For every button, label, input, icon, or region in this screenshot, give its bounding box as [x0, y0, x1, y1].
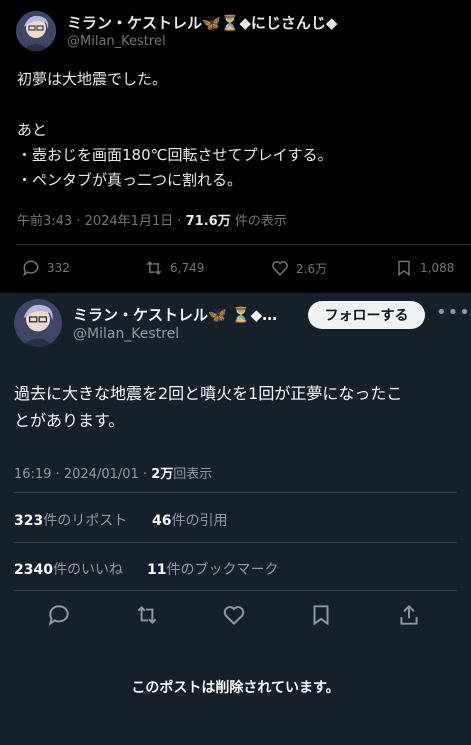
tweet-text-line: とがあります。	[14, 411, 125, 430]
like-button[interactable]: 2.6万	[270, 258, 327, 278]
timestamp-text[interactable]: 午前3:43 · 2024年1月1日 ·	[17, 214, 186, 229]
like-label: 件のいいね	[52, 562, 123, 578]
timestamp-text[interactable]: 16:19 · 2024/01/01 ·	[14, 467, 151, 482]
avatar-image	[14, 299, 62, 347]
tweet-text-line: ・壺おじを画面180℃回転させてプレイする。	[17, 146, 333, 164]
like-stats[interactable]: 2340件のいいね	[14, 559, 123, 579]
tweet-text-line: 過去に大きな地震を2回と噴火を1回が正夢になったこ	[14, 384, 403, 403]
bookmark-icon[interactable]	[308, 602, 334, 628]
display-name[interactable]: ミラン・ケストレル🦋 ⏳◆…	[73, 304, 277, 325]
retweet-icon	[146, 261, 162, 275]
reply-button[interactable]: 332	[21, 258, 70, 278]
heart-icon[interactable]	[221, 602, 247, 628]
view-label: 回表示	[173, 467, 213, 482]
username[interactable]: @Milan_Kestrel	[67, 34, 166, 49]
tweet-card-top: ミラン・ケストレル🦋⏳◆にじさんじ◆ @Milan_Kestrel 初夢は大地震…	[0, 0, 471, 293]
tweet-timestamp: 16:19 · 2024/01/01 · 2万回表示	[14, 463, 212, 482]
avatar-image	[16, 11, 56, 51]
share-icon[interactable]	[396, 602, 422, 628]
quote-label: 件の引用	[171, 513, 228, 529]
quote-stats[interactable]: 46件の引用	[152, 510, 227, 530]
follow-button[interactable]: フォローする	[308, 301, 425, 329]
divider	[16, 244, 471, 245]
tweet-timestamp: 午前3:43 · 2024年1月1日 · 71.6万 件の表示	[17, 210, 287, 229]
bookmark-button[interactable]: 1,088	[394, 258, 454, 278]
avatar[interactable]	[16, 11, 56, 51]
quote-count: 46	[152, 513, 172, 529]
bookmark-icon	[398, 260, 410, 277]
repost-label: 件のリポスト	[43, 513, 128, 529]
avatar[interactable]	[14, 299, 62, 347]
retweet-count: 6,749	[170, 261, 205, 275]
deleted-post-notice: このポストは削除されています。	[131, 680, 340, 696]
divider	[14, 542, 457, 543]
display-name[interactable]: ミラン・ケストレル🦋⏳◆にじさんじ◆	[67, 12, 337, 33]
view-count: 71.6万	[185, 214, 231, 229]
retweet-button[interactable]: 6,749	[144, 258, 204, 278]
like-count: 2340	[14, 562, 53, 578]
username[interactable]: @Milan_Kestrel	[73, 326, 179, 342]
bookmark-count: 1,088	[420, 261, 455, 275]
divider	[14, 492, 457, 493]
bookmark-stats[interactable]: 11件のブックマーク	[147, 559, 278, 579]
like-count: 2.6万	[296, 261, 328, 276]
view-count: 2万	[151, 467, 174, 482]
tweet-text-line: 初夢は大地震でした。	[17, 70, 168, 88]
reply-icon	[23, 260, 39, 277]
heart-icon	[272, 261, 288, 276]
tweet-text-line: あと	[17, 121, 48, 139]
repost-stats[interactable]: 323件のリポスト	[14, 510, 127, 530]
bookmark-label: 件のブックマーク	[166, 562, 279, 578]
reply-icon[interactable]	[46, 602, 72, 628]
repost-count: 323	[14, 513, 44, 529]
reply-count: 332	[47, 261, 70, 275]
bookmark-count: 11	[147, 562, 167, 578]
divider	[14, 590, 457, 591]
more-options-icon[interactable]: •••	[436, 302, 471, 323]
view-label: 件の表示	[230, 214, 287, 229]
retweet-icon[interactable]	[134, 602, 160, 628]
tweet-text-line: ・ペンタブが真っ二つに割れる。	[17, 171, 243, 189]
